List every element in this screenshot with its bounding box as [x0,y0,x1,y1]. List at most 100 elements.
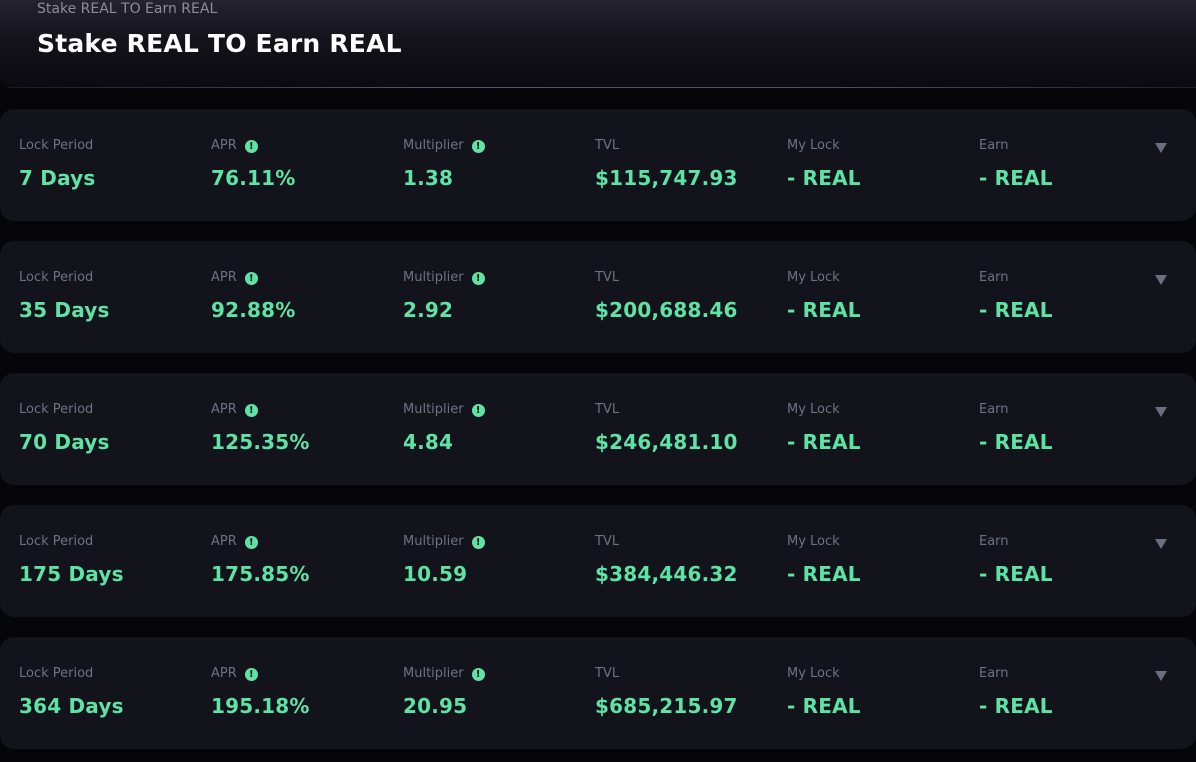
multiplier-label: Multiplier [403,138,464,153]
earn-value: - REAL [979,430,1053,454]
my-lock-label: My Lock [787,666,840,681]
earn-value: - REAL [979,694,1053,718]
my-lock-value: - REAL [787,166,861,190]
lock-period-label: Lock Period [19,666,94,681]
multiplier-label: Multiplier [403,402,464,417]
chevron-down-icon[interactable] [1154,406,1168,418]
earn-label: Earn [979,666,1009,681]
page-title: Stake REAL TO Earn REAL [37,29,402,58]
pool-row[interactable]: Lock Period 70 Days APR ! 125.35% Multip… [0,373,1196,485]
multiplier-info-icon[interactable]: ! [471,535,485,549]
multiplier-value: 1.38 [403,166,454,190]
my-lock-value: - REAL [787,694,861,718]
my-lock-cell: My Lock - REAL [787,138,861,190]
lock-period-value: 35 Days [19,298,110,322]
apr-cell: APR ! 195.18% [211,666,310,718]
multiplier-cell: Multiplier ! 1.38 [403,138,485,190]
multiplier-value: 4.84 [403,430,454,454]
apr-value: 125.35% [211,430,310,454]
lock-period-value: 364 Days [19,694,124,718]
earn-cell: Earn - REAL [979,270,1053,322]
pool-row[interactable]: Lock Period 175 Days APR ! 175.85% Multi… [0,505,1196,617]
apr-info-icon[interactable]: ! [244,139,258,153]
tvl-cell: TVL $384,446.32 [595,534,738,586]
apr-cell: APR ! 175.85% [211,534,310,586]
apr-label: APR [211,402,237,417]
multiplier-cell: Multiplier ! 4.84 [403,402,485,454]
lock-period-value: 175 Days [19,562,124,586]
chevron-down-icon[interactable] [1154,274,1168,286]
pool-list: Lock Period 7 Days APR ! 76.11% Multipli… [0,109,1196,762]
apr-label: APR [211,138,237,153]
tvl-label: TVL [595,666,620,681]
multiplier-info-icon[interactable]: ! [471,403,485,417]
tvl-label: TVL [595,402,620,417]
multiplier-value: 10.59 [403,562,468,586]
pool-row[interactable]: Lock Period 7 Days APR ! 76.11% Multipli… [0,109,1196,221]
my-lock-value: - REAL [787,562,861,586]
apr-label: APR [211,534,237,549]
multiplier-cell: Multiplier ! 2.92 [403,270,485,322]
earn-cell: Earn - REAL [979,534,1053,586]
earn-label: Earn [979,270,1009,285]
earn-value: - REAL [979,562,1053,586]
lock-period-value: 70 Days [19,430,110,454]
apr-cell: APR ! 92.88% [211,270,296,322]
earn-label: Earn [979,402,1009,417]
earn-cell: Earn - REAL [979,402,1053,454]
lock-period-label: Lock Period [19,270,94,285]
lock-period-cell: Lock Period 364 Days [19,666,124,718]
apr-info-icon[interactable]: ! [244,403,258,417]
chevron-down-icon[interactable] [1154,538,1168,550]
my-lock-label: My Lock [787,534,840,549]
apr-cell: APR ! 76.11% [211,138,296,190]
multiplier-cell: Multiplier ! 10.59 [403,534,485,586]
tvl-value: $384,446.32 [595,562,738,586]
tvl-label: TVL [595,270,620,285]
multiplier-cell: Multiplier ! 20.95 [403,666,485,718]
apr-value: 175.85% [211,562,310,586]
lock-period-label: Lock Period [19,534,94,549]
earn-value: - REAL [979,166,1053,190]
tvl-value: $246,481.10 [595,430,738,454]
pool-row[interactable]: Lock Period 35 Days APR ! 92.88% Multipl… [0,241,1196,353]
apr-info-icon[interactable]: ! [244,271,258,285]
lock-period-cell: Lock Period 175 Days [19,534,124,586]
multiplier-info-icon[interactable]: ! [471,667,485,681]
lock-period-cell: Lock Period 35 Days [19,270,110,322]
my-lock-cell: My Lock - REAL [787,270,861,322]
tvl-cell: TVL $115,747.93 [595,138,738,190]
tvl-value: $685,215.97 [595,694,738,718]
my-lock-value: - REAL [787,298,861,322]
my-lock-value: - REAL [787,430,861,454]
page-header: Stake REAL TO Earn REAL Stake REAL TO Ea… [0,0,1196,88]
lock-period-cell: Lock Period 7 Days [19,138,96,190]
apr-label: APR [211,270,237,285]
my-lock-label: My Lock [787,270,840,285]
my-lock-cell: My Lock - REAL [787,666,861,718]
multiplier-info-icon[interactable]: ! [471,139,485,153]
breadcrumb: Stake REAL TO Earn REAL [37,1,218,17]
apr-info-icon[interactable]: ! [244,667,258,681]
multiplier-value: 20.95 [403,694,468,718]
lock-period-cell: Lock Period 70 Days [19,402,110,454]
staking-page: Stake REAL TO Earn REAL Stake REAL TO Ea… [0,0,1196,762]
apr-value: 195.18% [211,694,310,718]
multiplier-value: 2.92 [403,298,454,322]
multiplier-label: Multiplier [403,666,464,681]
lock-period-label: Lock Period [19,138,94,153]
apr-info-icon[interactable]: ! [244,535,258,549]
earn-cell: Earn - REAL [979,666,1053,718]
tvl-label: TVL [595,138,620,153]
multiplier-label: Multiplier [403,270,464,285]
lock-period-label: Lock Period [19,402,94,417]
chevron-down-icon[interactable] [1154,670,1168,682]
chevron-down-icon[interactable] [1154,142,1168,154]
my-lock-cell: My Lock - REAL [787,534,861,586]
pool-row[interactable]: Lock Period 364 Days APR ! 195.18% Multi… [0,637,1196,749]
multiplier-info-icon[interactable]: ! [471,271,485,285]
apr-cell: APR ! 125.35% [211,402,310,454]
my-lock-cell: My Lock - REAL [787,402,861,454]
lock-period-value: 7 Days [19,166,96,190]
earn-cell: Earn - REAL [979,138,1053,190]
